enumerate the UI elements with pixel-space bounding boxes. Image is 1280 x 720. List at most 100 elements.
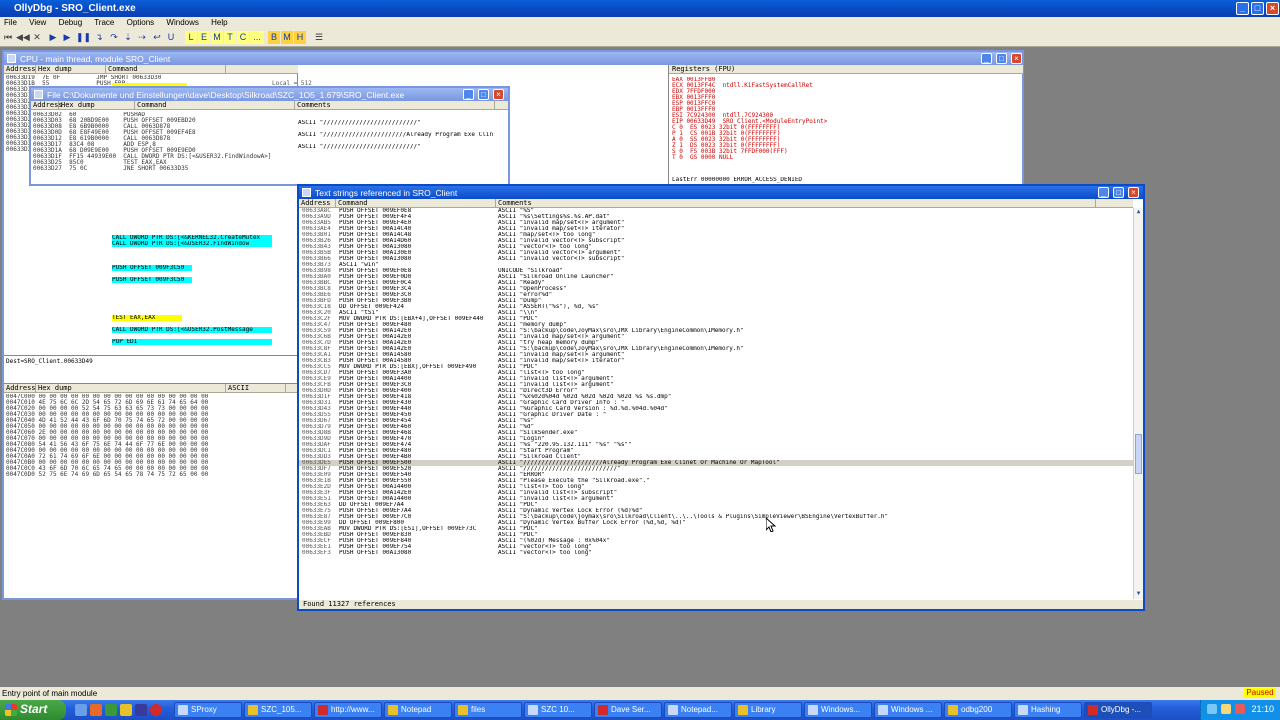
disasm-test-line: TEST EAX,EAX <box>112 315 182 321</box>
menu-view[interactable]: View <box>29 18 46 27</box>
scroll-down-icon[interactable]: ▼ <box>1134 590 1143 599</box>
strings-status: Found 11327 references <box>299 600 1143 609</box>
pause-icon[interactable]: ❚❚ <box>76 31 91 44</box>
quicklaunch-folder-icon[interactable] <box>120 704 132 716</box>
strings-col-address[interactable]: Address <box>299 199 336 207</box>
task-ollydbg[interactable]: OllyDbg -... <box>1084 702 1152 718</box>
task-dave-ser[interactable]: Dave Ser... <box>594 702 662 718</box>
menu-debug[interactable]: Debug <box>59 18 83 27</box>
maximize-button[interactable]: □ <box>1251 2 1264 15</box>
tool-log[interactable]: L <box>185 31 197 44</box>
menu-options[interactable]: Options <box>127 18 155 27</box>
menu-windows[interactable]: Windows <box>166 18 198 27</box>
menu-file[interactable]: File <box>4 18 17 27</box>
tray-network-icon[interactable] <box>1207 704 1217 714</box>
strings-maximize-button[interactable]: □ <box>1113 187 1124 198</box>
app-title: OllyDbg - SRO_Client.exe <box>14 3 136 14</box>
trace-over-icon[interactable]: ⇢ <box>136 31 148 44</box>
task-odbg200[interactable]: odbg200 <box>944 702 1012 718</box>
strings-col-command[interactable]: Command <box>336 199 496 207</box>
task-library[interactable]: Library <box>734 702 802 718</box>
step-over-icon[interactable]: ↷ <box>108 31 120 44</box>
file-window-titlebar[interactable]: File C:\Dokumente und Einstellungen\dave… <box>31 88 508 101</box>
file-window-title: File C:\Dokumente und Einstellungen\dave… <box>47 90 405 100</box>
file-window-icon <box>34 90 43 99</box>
step-into-icon[interactable]: ↴ <box>93 31 105 44</box>
task-browser[interactable]: http://www... <box>314 702 382 718</box>
tray-app-icon[interactable] <box>1235 704 1245 714</box>
strings-col-comments[interactable]: Comments <box>496 199 1096 207</box>
tool-breakpoints[interactable]: B <box>268 31 280 44</box>
cpu-close-button[interactable]: × <box>1011 53 1022 64</box>
task-szc-10[interactable]: SZC 10... <box>524 702 592 718</box>
close-file-icon[interactable]: ✕ <box>32 31 42 44</box>
app-icon <box>598 705 608 715</box>
list-icon[interactable]: ☰ <box>313 31 325 44</box>
quicklaunch-app-icon[interactable] <box>105 704 117 716</box>
task-sproxy[interactable]: SProxy <box>174 702 242 718</box>
folder-icon <box>248 705 258 715</box>
tool-memory-map[interactable]: M <box>281 31 293 44</box>
strings-list[interactable]: 00633A8C PUSH OFFSET 009EF0E8 ASCII "%S" 00… <box>299 208 1133 599</box>
strings-scrollbar[interactable]: ▲ ▼ <box>1133 208 1143 599</box>
task-windows[interactable]: Windows... <box>804 702 872 718</box>
go-to-icon[interactable]: U <box>165 31 177 44</box>
restart-icon[interactable]: ◀◀ <box>16 31 30 44</box>
scroll-up-icon[interactable]: ▲ <box>1134 208 1143 217</box>
execute-till-return-icon[interactable]: ↩ <box>151 31 163 44</box>
minimize-button[interactable]: _ <box>1236 2 1249 15</box>
status-message: Entry point of main module <box>2 689 98 698</box>
file-comment-3: ASCII "//////////////////////////" <box>298 144 421 150</box>
mouse-cursor-icon <box>766 518 776 532</box>
quicklaunch-desktop-icon[interactable] <box>75 704 87 716</box>
tool-handles[interactable]: H <box>294 31 306 44</box>
file-maximize-button[interactable]: □ <box>478 89 489 100</box>
file-close-button[interactable]: × <box>493 89 504 100</box>
start-button[interactable]: Start <box>0 700 66 720</box>
folder-icon <box>458 705 468 715</box>
strings-window-title: Text strings referenced in SRO_Client <box>315 188 458 198</box>
app-statusbar: Entry point of main module Paused <box>0 687 1280 700</box>
strings-window-titlebar[interactable]: Text strings referenced in SRO_Client _ … <box>299 186 1143 199</box>
task-szc-folder[interactable]: SZC_105... <box>244 702 312 718</box>
task-files[interactable]: files <box>454 702 522 718</box>
tool-executables[interactable]: E <box>198 31 210 44</box>
run-icon[interactable]: ▶ <box>48 31 58 44</box>
strings-close-button[interactable]: × <box>1128 187 1139 198</box>
strings-row[interactable]: 00633EF3 PUSH OFFSET 00A13080 ASCII "vecto… <box>299 550 1133 556</box>
quicklaunch-opera-icon[interactable] <box>150 704 162 716</box>
quicklaunch-media-icon[interactable] <box>135 704 147 716</box>
tool-memory[interactable]: M <box>211 31 223 44</box>
file-minimize-button[interactable]: _ <box>463 89 474 100</box>
trace-into-icon[interactable]: ⇣ <box>122 31 134 44</box>
task-hashing[interactable]: Hashing <box>1014 702 1082 718</box>
tool-threads[interactable]: T <box>224 31 236 44</box>
tool-cpu[interactable]: C <box>237 31 249 44</box>
scroll-thumb[interactable] <box>1135 434 1142 474</box>
close-button[interactable]: × <box>1266 2 1279 15</box>
quicklaunch-firefox-icon[interactable] <box>90 704 102 716</box>
cpu-maximize-button[interactable]: □ <box>996 53 1007 64</box>
task-windows-2[interactable]: Windows ... <box>874 702 942 718</box>
strings-minimize-button[interactable]: _ <box>1098 187 1109 198</box>
registers-header: Registers (FPU) <box>669 65 1023 74</box>
folder-icon <box>948 705 958 715</box>
strings-body: Address Command Comments 00633A8C PUSH OFFS… <box>299 199 1143 609</box>
dump-pane[interactable]: Address Hex dump ASCII 0047C000 00 00 00 0… <box>4 383 298 598</box>
task-notepad[interactable]: Notepad <box>384 702 452 718</box>
registers-pane[interactable]: Registers (FPU) EAX 0013FFB0 ECX 0013FF4… <box>668 65 1023 185</box>
tray-volume-icon[interactable] <box>1221 704 1231 714</box>
task-notepad-2[interactable]: Notepad... <box>664 702 732 718</box>
menu-trace[interactable]: Trace <box>94 18 114 27</box>
cpu-minimize-button[interactable]: _ <box>981 53 992 64</box>
menu-help[interactable]: Help <box>211 18 227 27</box>
open-icon[interactable]: ⏮ <box>3 31 13 44</box>
row-comment: ASCII "vector<T> too long" <box>498 550 592 556</box>
file-window[interactable]: File C:\Dokumente und Einstellungen\dave… <box>29 86 510 186</box>
cpu-window-titlebar[interactable]: CPU - main thread, module SRO_Client _ □… <box>4 52 1022 65</box>
tool-more[interactable]: ... <box>250 31 264 44</box>
disasm-call-line-2: CALL DWORD PTR DS:[<&USER32.FindWindow <box>112 241 272 247</box>
run-thread-icon[interactable]: ▶ <box>62 31 72 44</box>
strings-window[interactable]: Text strings referenced in SRO_Client _ … <box>297 184 1145 611</box>
task-icon <box>178 705 188 715</box>
